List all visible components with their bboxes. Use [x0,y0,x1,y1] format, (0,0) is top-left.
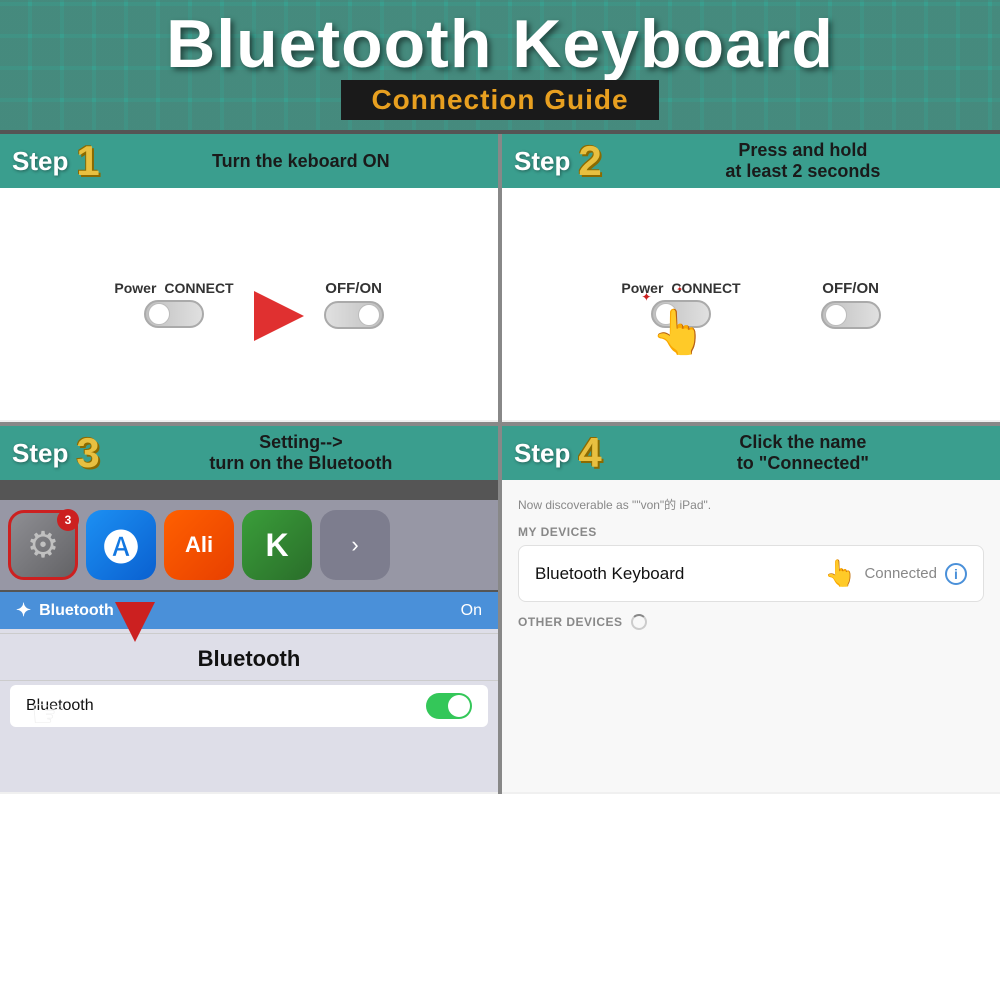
step-4-desc-line2: to "Connected" [618,453,988,474]
kiwi-icon[interactable]: K [242,510,312,580]
info-symbol: i [954,566,958,582]
step-1-content: Power CONNECT OFF/ON [0,188,498,420]
bt-toggle-on[interactable] [426,693,472,719]
step-4-header: Step 4 Click the name to "Connected" [502,426,1000,480]
bluetooth-symbol: ✦ [16,600,31,621]
step2-diagram: Power CONNECT 👆 ✦ ✦ OFF/ON [601,260,900,349]
header-subtitle: Connection Guide [371,84,628,115]
step1-right-toggle [324,301,384,329]
settings-badge: 3 [57,509,79,531]
step-3-label: Step [12,438,68,469]
bt-divider-2 [0,680,498,681]
step-2-desc-line2: at least 2 seconds [618,161,988,182]
loading-spinner [631,614,647,630]
step-4-desc-line1: Click the name [618,432,988,453]
step3-hand-icon: ☞ [30,691,66,737]
bt-row-status: On [461,602,482,620]
step-1-cell: Step 1 Turn the keboard ON Power CONNECT [0,134,500,424]
step-2-header: Step 2 Press and hold at least 2 seconds [502,134,1000,188]
more-icon[interactable]: › [320,510,390,580]
step2-sparkle: ✦ [641,290,651,304]
step1-left-labels: Power CONNECT [114,280,233,296]
step-2-number: 2 [578,140,601,182]
bt-setting-label: Bluetooth [26,697,426,715]
bt-header-row: ✦ Bluetooth On [0,592,498,629]
power-label: Power [114,280,156,296]
header-title: Bluetooth Keyboard [166,10,834,78]
step-3-desc-line1: Setting--> [116,432,486,453]
step1-offon-label: OFF/ON [325,280,382,297]
step2-connect-label: CONNECT [671,280,740,296]
step-4-cell: Step 4 Click the name to "Connected" Now… [500,424,1000,794]
appstore-symbol: 🅐 [103,519,139,571]
step-4-label: Step [514,438,570,469]
step4-cursor-icon: 👆 [824,558,856,589]
step2-offon-toggle [821,301,881,329]
connected-status: Connected [864,565,937,582]
info-icon[interactable]: i [945,563,967,585]
appstore-icon[interactable]: 🅐 [86,510,156,580]
toggle-knob-left [148,303,170,325]
more-symbol: › [351,532,358,558]
bluetooth-panel: ✦ Bluetooth On Bluetooth Bluetooth [0,592,498,792]
step-3-number: 3 [76,432,99,474]
step-4-content: Now discoverable as ""von"的 iPad". MY DE… [502,480,1000,792]
device-row-keyboard[interactable]: Bluetooth Keyboard 👆 Connected i [518,545,984,602]
step-3-content: ⚙ 3 🅐 Ali K › ☞ [0,480,498,792]
bt-title: Bluetooth [0,638,498,676]
ios-dock: ⚙ 3 🅐 Ali K › [0,500,498,590]
step1-diagram: Power CONNECT OFF/ON [94,247,403,361]
step1-arrow [254,291,304,341]
header-subtitle-box: Connection Guide [341,80,658,120]
step-4-number: 4 [578,432,601,474]
device-name: Bluetooth Keyboard [535,564,824,584]
step2-hand-icon: 👆 [651,306,706,358]
k-symbol: K [265,527,288,564]
other-devices-text: OTHER DEVICES [518,615,623,629]
step-1-description: Turn the keboard ON [116,151,486,172]
bt-divider-1 [0,633,498,634]
step2-offon-label: OFF/ON [822,280,879,297]
header: Bluetooth Keyboard Connection Guide [0,0,1000,130]
aliexpress-icon[interactable]: Ali [164,510,234,580]
step-1-header: Step 1 Turn the keboard ON [0,134,498,188]
my-devices-label: MY DEVICES [518,525,984,539]
step-1-number: 1 [76,140,99,182]
bt-row-label: Bluetooth [39,602,453,620]
settings-icon[interactable]: ⚙ 3 [8,510,78,580]
gear-icon: ⚙ [27,524,59,566]
step1-left-toggle [144,300,204,328]
step-3-header: Step 3 Setting--> turn on the Bluetooth [0,426,498,480]
bt-setting-row: Bluetooth [10,685,488,727]
step-3-cell: Step 3 Setting--> turn on the Bluetooth … [0,424,500,794]
step2-offon-knob [825,304,847,326]
step-2-label: Step [514,146,570,177]
step-2-content: Power CONNECT 👆 ✦ ✦ OFF/ON [502,188,1000,420]
connect-label: CONNECT [164,280,233,296]
ali-symbol: Ali [185,532,213,558]
step-1-label: Step [12,146,68,177]
step-2-desc-line1: Press and hold [618,140,988,161]
discoverable-text: Now discoverable as ""von"的 iPad". [518,496,984,513]
step2-left-labels: Power CONNECT [621,280,740,296]
step3-arrow-down [115,602,155,642]
steps-grid: Step 1 Turn the keboard ON Power CONNECT [0,134,1000,794]
step-2-cell: Step 2 Press and hold at least 2 seconds… [500,134,1000,424]
other-devices-label: OTHER DEVICES [518,614,984,630]
toggle-knob-right [358,304,380,326]
step-3-desc-line2: turn on the Bluetooth [116,453,486,474]
bt-toggle-knob [448,695,470,717]
